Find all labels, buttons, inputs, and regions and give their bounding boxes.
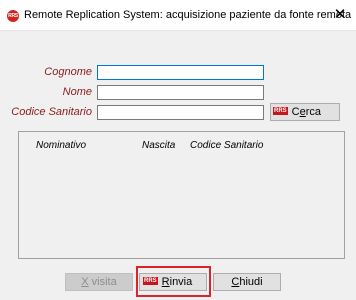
- close-icon[interactable]: ✕: [330, 5, 350, 25]
- codice-sanitario-label: Codice Sanitario: [11, 106, 92, 118]
- visita-button[interactable]: X visita: [65, 273, 133, 291]
- cognome-field[interactable]: [97, 65, 264, 80]
- cerca-label-post: rca: [305, 106, 322, 118]
- dialog-window: RRS Remote Replication System: acquisizi…: [0, 0, 356, 300]
- nome-field[interactable]: [97, 85, 264, 100]
- chiudi-label-post: hiudi: [239, 276, 263, 288]
- visita-label-post: visita: [88, 276, 117, 288]
- column-nominativo[interactable]: Nominativo: [36, 140, 86, 151]
- results-header: Nominativo Nascita Codice Sanitario: [19, 140, 344, 152]
- cerca-label-pre: C: [291, 106, 300, 118]
- results-list[interactable]: Nominativo Nascita Codice Sanitario: [18, 131, 345, 259]
- codice-sanitario-field[interactable]: [97, 105, 264, 120]
- rrs-app-icon: RRS: [7, 10, 19, 22]
- column-nascita[interactable]: Nascita: [142, 140, 175, 151]
- cognome-label: Cognome: [44, 66, 92, 78]
- column-codice-sanitario[interactable]: Codice Sanitario: [190, 140, 263, 151]
- rinvia-highlight-box: [136, 266, 211, 297]
- window-title: Remote Replication System: acquisizione …: [24, 9, 352, 21]
- visita-label-accel: X: [81, 276, 89, 288]
- chiudi-button[interactable]: Chiudi: [213, 273, 281, 291]
- title-bar[interactable]: RRS Remote Replication System: acquisizi…: [0, 0, 356, 31]
- cerca-button[interactable]: RRS Cerca: [270, 103, 340, 121]
- rrs-badge-icon: RRS: [273, 107, 288, 116]
- nome-label: Nome: [62, 86, 92, 98]
